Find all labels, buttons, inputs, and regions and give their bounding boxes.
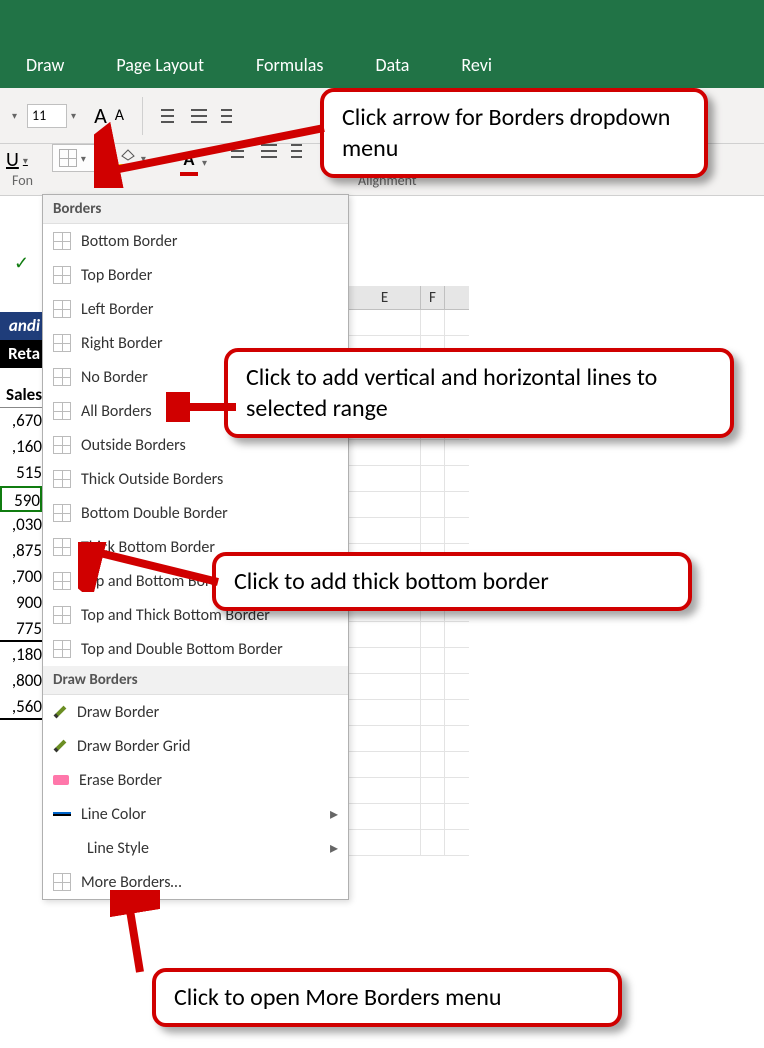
annotation-arrow-icon [166,392,246,422]
data-cell[interactable]: ,560 [0,694,42,720]
dd-more-borders[interactable]: More Borders… [43,865,348,899]
column-headers: E F [349,286,469,310]
font-size-input[interactable]: 11 [27,104,67,128]
tab-draw[interactable]: Draw [0,54,90,76]
cell-header-2[interactable]: Reta [0,340,42,368]
dd-top-and-double-bottom-border[interactable]: Top and Double Bottom Border [43,632,348,666]
group-label-font: Fon [12,172,33,189]
underline-label: U [6,148,19,172]
dd-draw-border[interactable]: Draw Border [43,695,348,729]
dd-section-borders: Borders [43,195,348,224]
cell-sales-header[interactable]: Sales [0,382,42,408]
dd-erase-border[interactable]: Erase Border [43,763,348,797]
annotation-3: Click to add thick bottom border [212,552,692,611]
annotation-arrow-icon [94,118,334,188]
annotation-arrow-icon [110,890,160,980]
tab-review[interactable]: Revi [435,54,518,76]
data-cell[interactable]: 515 [0,460,42,486]
dd-bottom-border[interactable]: Bottom Border [43,224,348,258]
data-cell[interactable]: ,160 [0,434,42,460]
tab-data[interactable]: Data [349,54,435,76]
data-cell[interactable]: ,030 [0,512,42,538]
data-cell[interactable]: 775 [0,616,42,642]
data-cell[interactable]: ,180 [0,642,42,668]
data-cell[interactable]: ,875 [0,538,42,564]
dd-line-color[interactable]: Line Color▸ [43,797,348,831]
underline-dropdown[interactable]: ▾ [23,154,28,167]
tab-formulas[interactable]: Formulas [230,54,349,76]
data-cell[interactable]: ,800 [0,668,42,694]
borders-dropdown-arrow[interactable]: ▾ [81,152,86,165]
formula-bar: ✓ [0,248,42,278]
cell-header-1[interactable]: andi [0,312,42,340]
confirm-check-icon[interactable]: ✓ [14,252,29,274]
ribbon-tabs: Draw Page Layout Formulas Data Revi [0,0,764,88]
column-header-f[interactable]: F [421,286,445,309]
annotation-4: Click to open More Borders menu [152,968,622,1027]
data-cell[interactable]: ,700 [0,564,42,590]
chevron-right-icon: ▸ [330,804,338,824]
dd-draw-border-grid[interactable]: Draw Border Grid [43,729,348,763]
tab-page-layout[interactable]: Page Layout [90,54,230,76]
dd-section-draw-borders: Draw Borders [43,666,348,695]
data-cell[interactable]: 900 [0,590,42,616]
data-cell-selected[interactable]: 590 [0,486,42,512]
dd-bottom-double-border[interactable]: Bottom Double Border [43,496,348,530]
borders-icon [59,149,77,167]
chevron-right-icon: ▸ [330,838,338,858]
data-cell[interactable]: ,670 [0,408,42,434]
dd-left-border[interactable]: Left Border [43,292,348,326]
annotation-arrow-icon [78,542,228,592]
font-size-dropdown[interactable]: ▾ [71,109,76,122]
annotation-1: Click arrow for Borders dropdown menu [320,88,708,178]
dd-thick-outside-borders[interactable]: Thick Outside Borders [43,462,348,496]
annotation-2: Click to add vertical and horizontal lin… [224,348,734,438]
column-header-e[interactable]: E [349,286,421,309]
dd-line-style[interactable]: Line Style▸ [43,831,348,865]
font-family-dropdown[interactable]: ▾ [12,109,17,122]
dd-top-border[interactable]: Top Border [43,258,348,292]
